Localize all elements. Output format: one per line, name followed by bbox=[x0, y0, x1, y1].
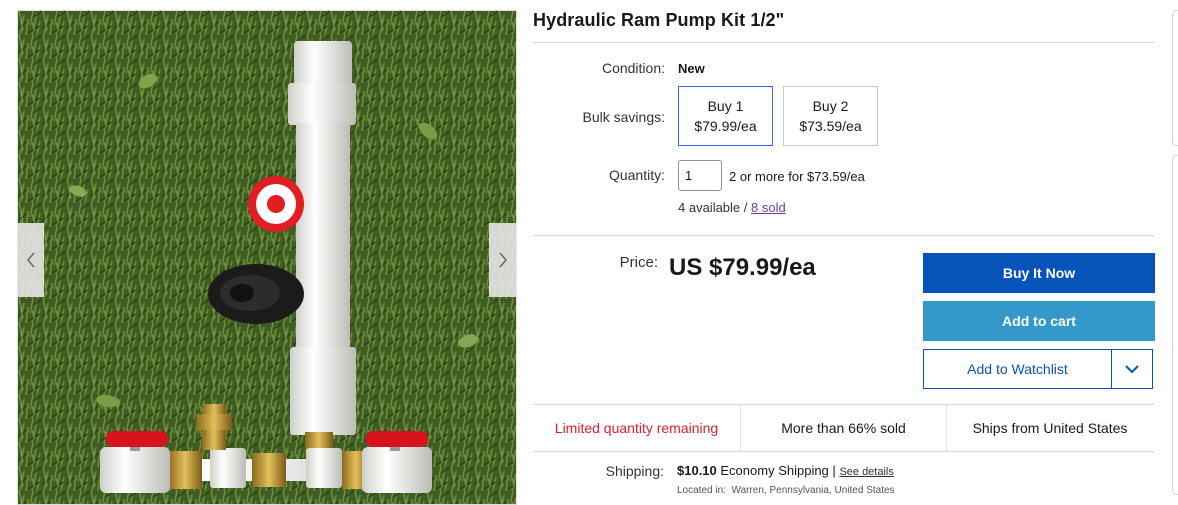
watchlist-control: Add to Watchlist bbox=[923, 349, 1153, 389]
bulk-option-buy-2[interactable]: Buy 2 $73.59/ea bbox=[783, 86, 878, 146]
shipping-info: $10.10 Economy Shipping | See details bbox=[677, 463, 894, 478]
sold-percentage-signal: More than 66% sold bbox=[781, 420, 906, 436]
price-value: US $79.99/ea bbox=[669, 254, 816, 281]
bulk-option-qty: Buy 1 bbox=[707, 98, 744, 114]
sold-link[interactable]: 8 sold bbox=[751, 200, 786, 215]
bulk-option-qty: Buy 2 bbox=[812, 98, 849, 114]
available-count: 4 available / bbox=[678, 200, 751, 215]
divider bbox=[533, 235, 1154, 236]
bulk-savings-label: Bulk savings: bbox=[582, 109, 665, 125]
bulk-option-buy-1[interactable]: Buy 1 $79.99/ea bbox=[678, 86, 773, 146]
add-to-cart-button[interactable]: Add to cart bbox=[923, 301, 1155, 341]
divider bbox=[533, 42, 1154, 43]
condition-value: New bbox=[678, 61, 705, 76]
chevron-down-icon bbox=[1125, 364, 1139, 373]
buy-it-now-button[interactable]: Buy It Now bbox=[923, 253, 1155, 293]
divider bbox=[533, 451, 1154, 452]
shipping-separator: | bbox=[832, 463, 836, 478]
condition-label: Condition: bbox=[601, 60, 665, 76]
bulk-option-price: $73.59/ea bbox=[799, 118, 862, 134]
item-location: Located in: Warren, Pennsylvania, United… bbox=[677, 485, 895, 496]
side-panel-edge bbox=[1172, 10, 1178, 146]
quantity-label: Quantity: bbox=[608, 167, 665, 183]
chevron-left-icon bbox=[26, 252, 35, 268]
product-image[interactable] bbox=[17, 10, 517, 505]
watchlist-dropdown-button[interactable] bbox=[1112, 350, 1152, 388]
see-details-link[interactable]: See details bbox=[839, 466, 893, 478]
previous-image-button[interactable] bbox=[17, 223, 44, 297]
shipping-cost: $10.10 bbox=[677, 463, 717, 478]
bulk-option-price: $79.99/ea bbox=[694, 118, 757, 134]
quantity-promo: 2 or more for $73.59/ea bbox=[729, 169, 865, 184]
availability: 4 available / 8 sold bbox=[678, 200, 786, 215]
side-panel-edge bbox=[1172, 155, 1178, 495]
quantity-input[interactable] bbox=[678, 160, 722, 191]
next-image-button[interactable] bbox=[489, 223, 517, 297]
listing-title: Hydraulic Ram Pump Kit 1/2" bbox=[533, 10, 785, 30]
add-to-watchlist-button[interactable]: Add to Watchlist bbox=[924, 350, 1111, 388]
located-label: Located in: bbox=[677, 485, 726, 496]
chevron-right-icon bbox=[499, 252, 507, 268]
shipping-method: Economy Shipping bbox=[720, 463, 829, 478]
located-value: Warren, Pennsylvania, United States bbox=[731, 485, 895, 496]
price-label: Price: bbox=[619, 254, 658, 271]
ships-from-signal: Ships from United States bbox=[972, 420, 1128, 436]
limited-quantity-signal: Limited quantity remaining bbox=[554, 420, 719, 436]
shipping-label: Shipping: bbox=[605, 463, 664, 479]
